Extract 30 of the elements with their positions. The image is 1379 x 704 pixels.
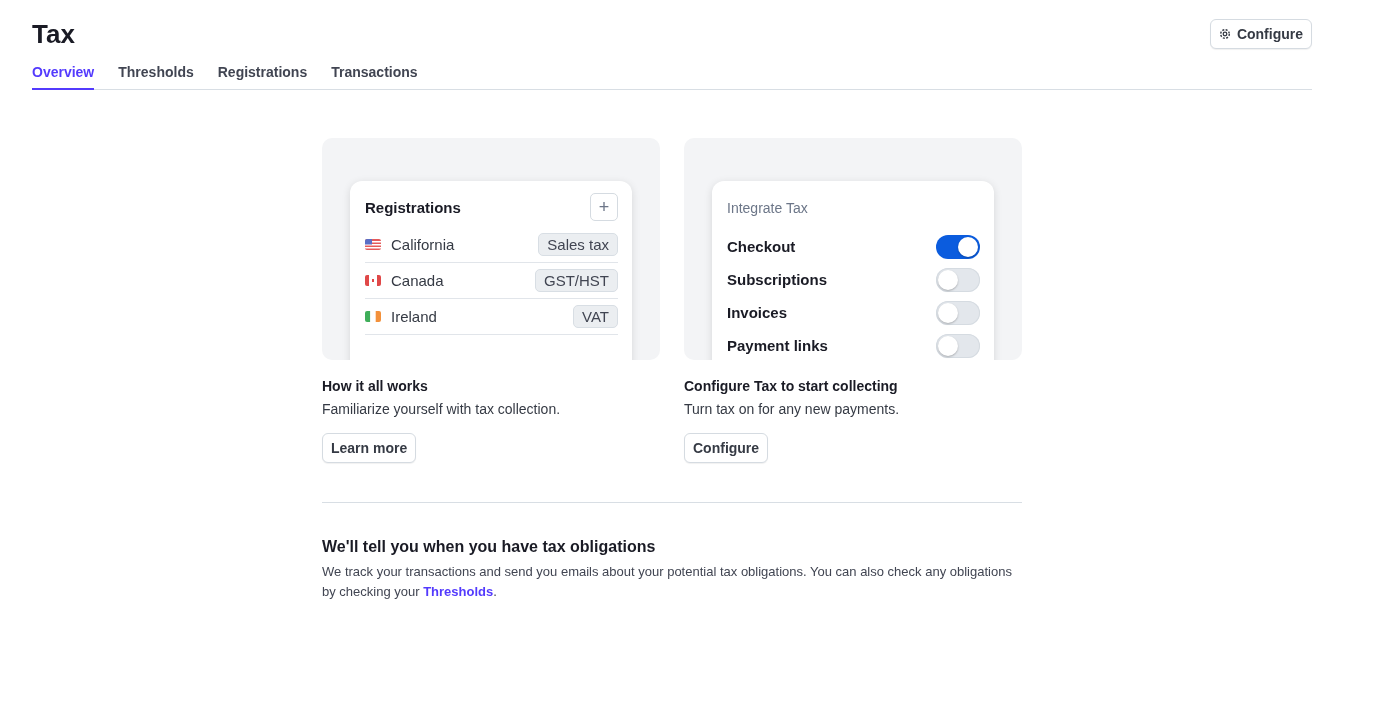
page-title: Tax bbox=[32, 18, 75, 50]
panel-title: Registrations bbox=[365, 198, 461, 216]
toggle-label: Invoices bbox=[727, 304, 788, 321]
tab[interactable]: Transactions bbox=[331, 64, 418, 90]
region-name: Ireland bbox=[391, 308, 438, 325]
tab[interactable]: Registrations bbox=[217, 64, 308, 90]
tab[interactable]: Thresholds bbox=[118, 64, 194, 90]
notice-text: We track your transactions and send you emails about your potential tax obligations. You can also check any obligations by checking your Thresholds. bbox=[322, 563, 1013, 601]
card-description: Turn tax on for any new payments. bbox=[684, 401, 900, 417]
panel-title: Integrate Tax bbox=[727, 200, 809, 216]
flag-icon bbox=[365, 239, 381, 250]
toggle-label: Checkout bbox=[727, 238, 796, 255]
flag-icon bbox=[365, 275, 381, 286]
toggle-label: Payment links bbox=[727, 337, 828, 354]
settings-icon bbox=[1218, 28, 1231, 40]
region-name: Canada bbox=[391, 272, 445, 289]
region-name: California bbox=[391, 236, 456, 253]
card-description: Familiarize yourself with tax collection. bbox=[322, 401, 561, 417]
tax-tag: Sales tax bbox=[538, 233, 618, 256]
card-button[interactable]: Learn more bbox=[322, 433, 417, 463]
card-title: How it all works bbox=[322, 378, 428, 394]
tax-tag: GST/HST bbox=[535, 269, 618, 292]
configure-button[interactable]: Configure bbox=[1209, 19, 1312, 49]
flag-icon bbox=[365, 311, 381, 322]
toggle-label: Subscriptions bbox=[727, 271, 827, 288]
tab[interactable]: Overview bbox=[32, 64, 95, 90]
card-title: Configure Tax to start collecting bbox=[684, 378, 898, 394]
notice-title: We'll tell you when you have tax obligations bbox=[322, 538, 657, 556]
card-button[interactable]: Configure bbox=[684, 433, 769, 463]
tax-tag: VAT bbox=[573, 305, 618, 328]
